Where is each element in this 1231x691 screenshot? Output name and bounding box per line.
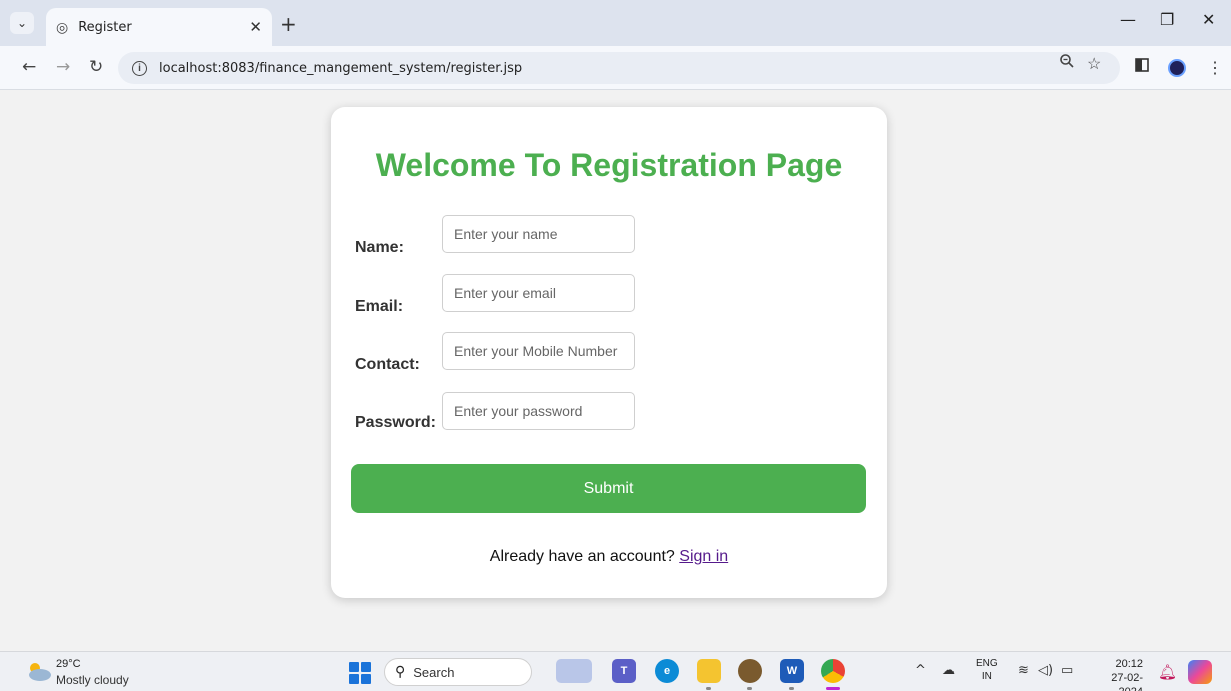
- zoom-icon[interactable]: [1059, 53, 1075, 74]
- browser-tab-register[interactable]: ◎ Register ✕: [46, 8, 272, 46]
- address-bar[interactable]: i localhost:8083/finance_mangement_syste…: [118, 52, 1120, 84]
- volume-icon[interactable]: ◁): [1038, 663, 1053, 678]
- restore-icon[interactable]: ❐: [1160, 10, 1174, 29]
- browser-tabstrip: ⌄ ◎ Register ✕ + — ❐ ✕: [0, 0, 1231, 46]
- notification-bell-icon[interactable]: 🔔︎: [1158, 663, 1177, 681]
- widgets-app-icon[interactable]: [556, 659, 592, 683]
- edge-icon[interactable]: e: [655, 659, 679, 683]
- battery-icon[interactable]: ▭: [1061, 663, 1073, 678]
- forward-arrow-icon[interactable]: →: [56, 57, 70, 77]
- weather-cloud-icon[interactable]: [24, 660, 54, 682]
- wifi-icon[interactable]: ≋: [1018, 663, 1029, 678]
- close-icon[interactable]: ✕: [249, 18, 262, 36]
- signin-prompt: Already have an account? Sign in: [331, 548, 887, 566]
- side-panel-icon[interactable]: [1135, 58, 1149, 77]
- onedrive-icon[interactable]: ☁: [942, 663, 955, 678]
- window-close-icon[interactable]: ✕: [1202, 10, 1215, 29]
- page-title: Welcome To Registration Page: [375, 147, 843, 183]
- clock-date: 27-02-2024: [1111, 672, 1143, 691]
- region-code: IN: [981, 671, 992, 682]
- new-tab-button[interactable]: +: [280, 12, 297, 36]
- kebab-menu-icon[interactable]: ⋮: [1207, 58, 1223, 78]
- search-icon: ⚲: [395, 664, 406, 680]
- browser-toolbar: ← → ↻ i localhost:8083/finance_mangement…: [0, 46, 1231, 90]
- chrome-icon[interactable]: [821, 659, 845, 683]
- registration-card: Welcome To Registration Page Name: Email…: [331, 107, 887, 598]
- submit-button[interactable]: Submit: [351, 464, 866, 513]
- running-indicator: [789, 687, 794, 690]
- running-indicator: [706, 687, 711, 690]
- signin-link[interactable]: Sign in: [679, 548, 728, 565]
- reload-icon[interactable]: ↻: [89, 57, 103, 77]
- clock-time: 20:12: [1115, 658, 1143, 670]
- chevron-down-icon: ⌄: [16, 16, 28, 30]
- app-icon[interactable]: [738, 659, 762, 683]
- email-label: Email:: [355, 298, 404, 315]
- running-indicator: [747, 687, 752, 690]
- copilot-icon[interactable]: [1188, 660, 1212, 684]
- info-icon[interactable]: i: [132, 60, 147, 76]
- weather-description: Mostly cloudy: [56, 673, 129, 687]
- minimize-icon[interactable]: —: [1120, 10, 1136, 29]
- windows-start-icon[interactable]: [349, 662, 371, 684]
- email-input[interactable]: [442, 274, 635, 312]
- signin-prompt-text: Already have an account?: [489, 548, 675, 565]
- file-explorer-icon[interactable]: [697, 659, 721, 683]
- password-input[interactable]: [442, 392, 635, 430]
- tab-title: Register: [78, 19, 132, 35]
- name-label: Name:: [355, 239, 404, 256]
- contact-label: Contact:: [355, 356, 420, 373]
- taskbar-search-label: Search: [413, 664, 455, 680]
- name-input[interactable]: [442, 215, 635, 253]
- password-label: Password:: [355, 414, 436, 431]
- globe-icon: ◎: [56, 18, 69, 35]
- taskbar-search[interactable]: ⚲ Search: [384, 658, 532, 686]
- profile-avatar[interactable]: [1168, 59, 1186, 77]
- taskbar: 29°C Mostly cloudy ⚲ Search T e W ^ ☁ EN…: [0, 651, 1231, 691]
- star-icon[interactable]: ☆: [1087, 54, 1101, 74]
- back-arrow-icon[interactable]: ←: [22, 57, 36, 77]
- language-indicator[interactable]: ENG IN: [976, 657, 998, 683]
- tab-search-button[interactable]: ⌄: [10, 12, 34, 34]
- address-url: localhost:8083/finance_mangement_system/…: [159, 60, 523, 76]
- chevron-up-icon[interactable]: ^: [915, 663, 926, 678]
- word-icon[interactable]: W: [780, 659, 804, 683]
- system-clock[interactable]: 20:12 27-02-2024: [1093, 657, 1143, 691]
- contact-input[interactable]: [442, 332, 635, 370]
- teams-icon[interactable]: T: [612, 659, 636, 683]
- active-app-indicator: [826, 687, 840, 690]
- weather-temperature: 29°C: [56, 658, 81, 670]
- language-code: ENG: [976, 658, 998, 669]
